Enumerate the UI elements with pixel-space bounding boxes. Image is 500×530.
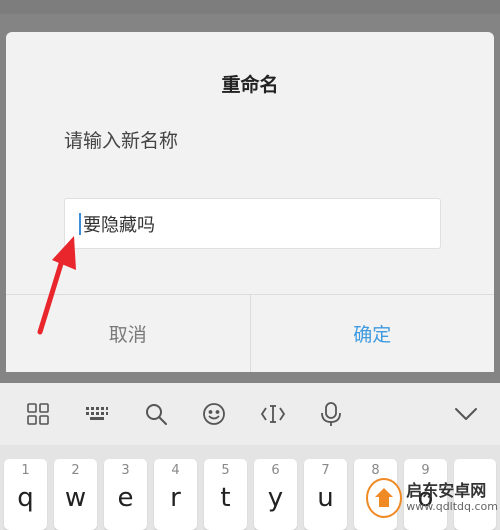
key-number: 5 xyxy=(221,463,230,478)
key-letter: q xyxy=(17,483,34,513)
key-letter: e xyxy=(117,483,134,513)
microphone-icon[interactable] xyxy=(309,383,353,445)
keyboard-icon[interactable] xyxy=(75,383,119,445)
key-letter: t xyxy=(220,483,231,513)
watermark-logo-icon xyxy=(366,478,403,518)
name-input[interactable]: 要隐藏吗 xyxy=(64,198,441,249)
key-letter: y xyxy=(267,483,284,513)
key-number: 2 xyxy=(71,463,80,478)
grid-icon[interactable] xyxy=(16,383,60,445)
cursor-icon[interactable] xyxy=(251,383,295,445)
keyboard-toolbar xyxy=(0,383,500,445)
key-w[interactable]: 2 w xyxy=(54,459,97,530)
confirm-button[interactable]: 确定 xyxy=(251,295,495,372)
key-number: 1 xyxy=(21,463,30,478)
key-number: 3 xyxy=(121,463,130,478)
dialog-message: 请输入新名称 xyxy=(64,130,179,152)
emoji-icon[interactable] xyxy=(192,383,236,445)
key-y[interactable]: 6 y xyxy=(254,459,297,530)
key-e[interactable]: 3 e xyxy=(104,459,147,530)
watermark-title: 启东安卓网 xyxy=(406,481,487,500)
key-letter: w xyxy=(64,483,87,513)
search-icon[interactable] xyxy=(134,383,178,445)
key-r[interactable]: 4 r xyxy=(154,459,197,530)
watermark-text: 启东安卓网 www.qdltdq.com xyxy=(406,482,498,514)
key-number: 7 xyxy=(321,463,330,478)
watermark: 启东安卓网 www.qdltdq.com xyxy=(366,470,498,526)
key-t[interactable]: 5 t xyxy=(204,459,247,530)
key-q[interactable]: 1 q xyxy=(4,459,47,530)
name-input-value: 要隐藏吗 xyxy=(83,214,155,236)
status-bar-shadow xyxy=(0,0,500,14)
dialog-title: 重命名 xyxy=(221,74,279,96)
key-number: 6 xyxy=(271,463,280,478)
red-arrow-annotation xyxy=(37,236,76,335)
key-letter: r xyxy=(170,483,181,513)
key-number: 4 xyxy=(171,463,180,478)
collapse-icon[interactable] xyxy=(444,383,488,445)
key-u[interactable]: 7 u xyxy=(304,459,347,530)
watermark-url: www.qdltdq.com xyxy=(406,500,498,513)
key-letter: u xyxy=(317,483,334,513)
